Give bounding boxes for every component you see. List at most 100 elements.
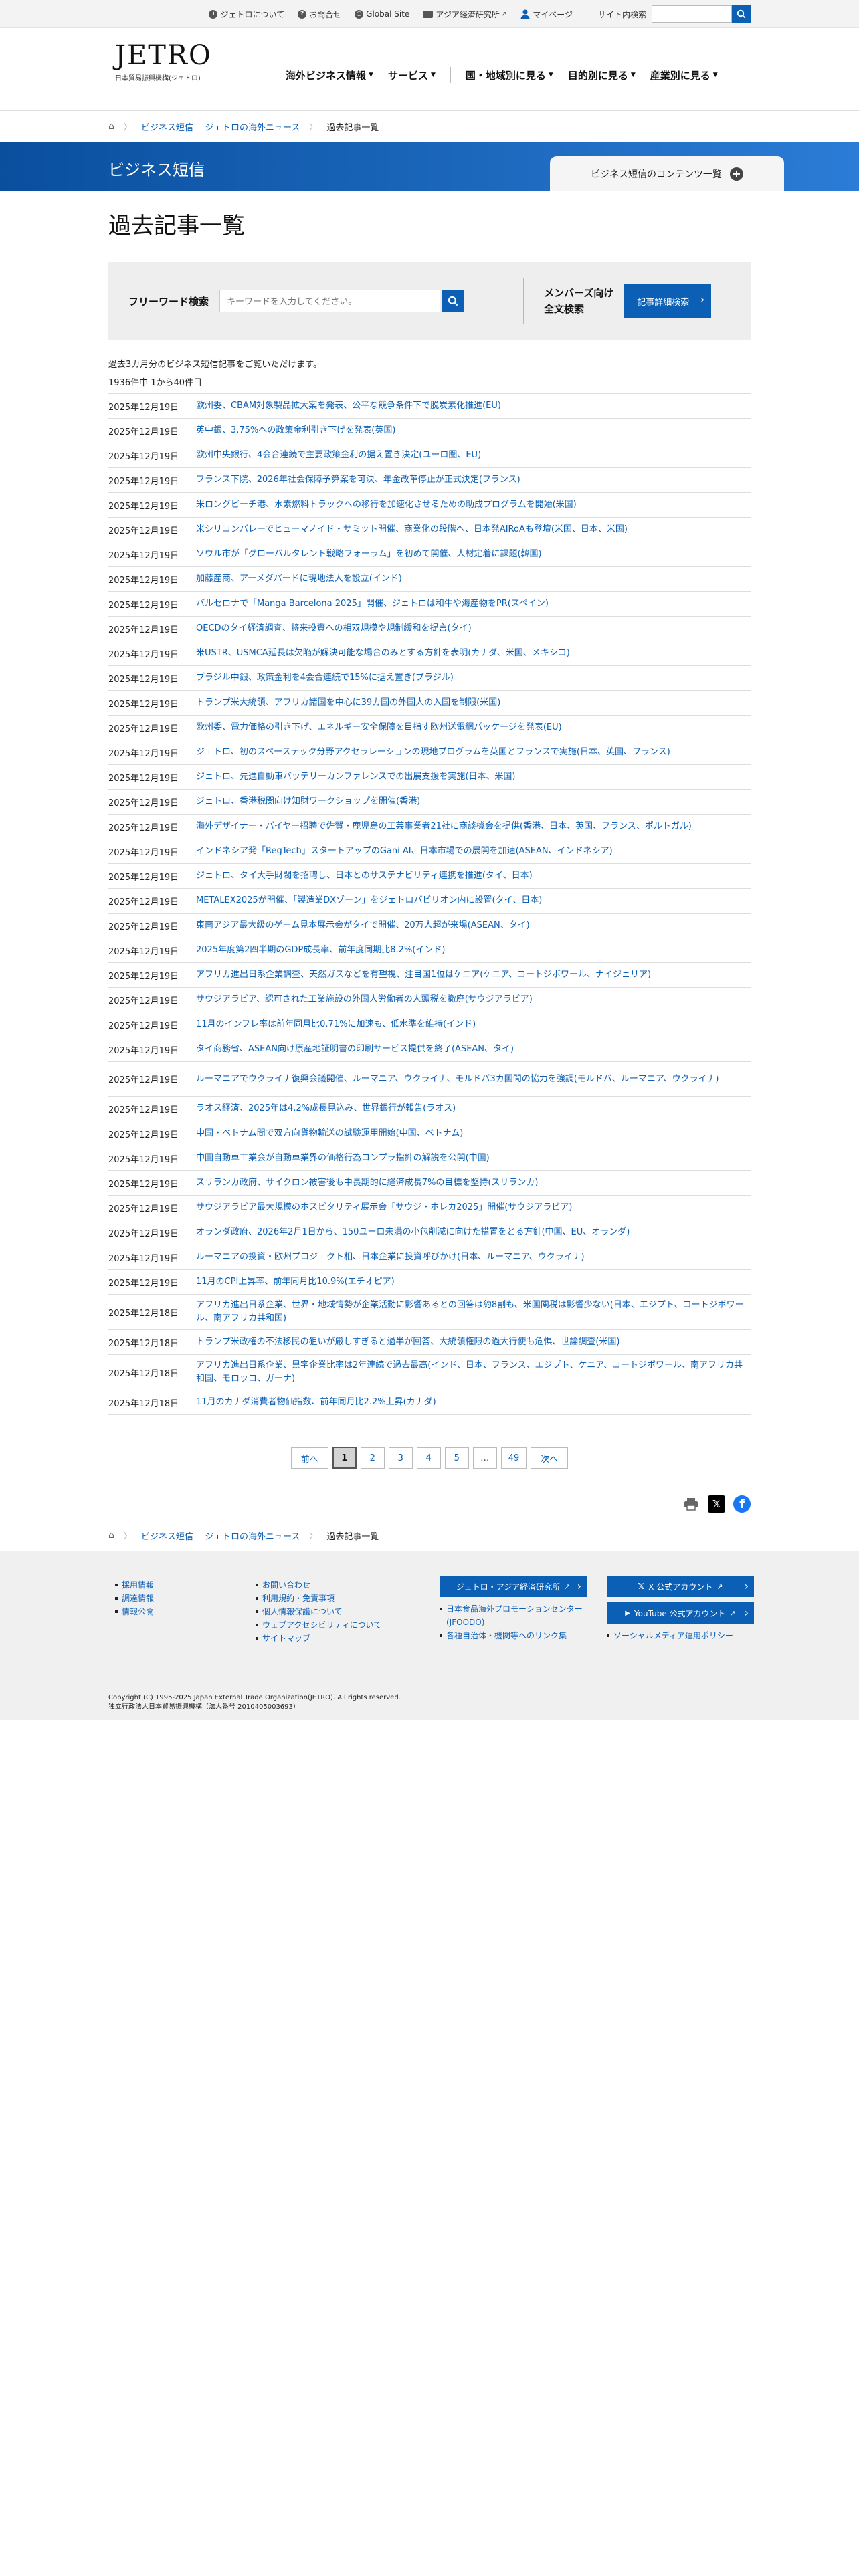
footer-link-procurement[interactable]: 調達情報	[115, 1592, 154, 1605]
news-link[interactable]: サウジアラビア最大規模のホスピタリティ展示会「サウジ・ホレカ2025」開催(サウ…	[196, 1201, 572, 1214]
news-link[interactable]: 欧州委、CBAM対象製品拡大案を発表、公平な競争条件下で脱炭素化推進(EU)	[196, 399, 501, 413]
pagination-page-5[interactable]: 5	[444, 1447, 469, 1469]
nav-services[interactable]: サービス ▼	[388, 68, 436, 82]
pagination-prev[interactable]: 前へ	[290, 1447, 328, 1469]
footer-link-terms[interactable]: 利用規約・免責事項	[256, 1592, 381, 1605]
chevron-right-icon: 〉	[123, 122, 132, 132]
news-link[interactable]: 中国自動車工業会が自動車業界の価格行為コンプラ指針の解説を公開(中国)	[196, 1152, 490, 1165]
footer-x-account-button[interactable]: 𝕏X 公式アカウント ↗ ›	[607, 1576, 754, 1597]
news-link[interactable]: 加藤産商、アーメダバードに現地法人を設立(インド)	[196, 572, 402, 586]
news-link[interactable]: OECDのタイ経済調査、将来投資への相双規模や規制緩和を提言(タイ)	[196, 622, 472, 635]
news-link[interactable]: アフリカ進出日系企業、黒字企業比率は2年連続で過去最高(インド、日本、フランス、…	[196, 1359, 751, 1386]
breadcrumb-business-news[interactable]: ビジネス短信 —ジェトロの海外ニュース	[141, 120, 300, 133]
pagination-page-3[interactable]: 3	[388, 1447, 413, 1469]
news-link[interactable]: 11月のインフレ率は前年同月比0.71%に加速も、低水準を維持(インド)	[196, 1018, 476, 1031]
news-link[interactable]: 11月のカナダ消費者物価指数、前年同月比2.2%上昇(カナダ)	[196, 1396, 436, 1409]
nav-by-region[interactable]: 国・地域別に見る ▼	[466, 68, 553, 82]
footer-link-sitemap[interactable]: サイトマップ	[256, 1632, 381, 1645]
chevron-right-icon: ›	[744, 1580, 749, 1592]
news-link[interactable]: アフリカ進出日系企業調査、天然ガスなどを有望視、注目国1位はケニア(ケニア、コー…	[196, 968, 651, 982]
list-item: 2025年12月19日 ジェトロ、香港税関向け知財ワークショップを開催(香港)	[108, 790, 751, 815]
site-search-input[interactable]	[652, 5, 732, 23]
news-link[interactable]: 中国・ベトナム間で双方向貨物輸送の試験運用開始(中国、ベトナム)	[196, 1127, 463, 1140]
about-link[interactable]: i ジェトロについて	[209, 9, 284, 20]
news-date: 2025年12月19日	[108, 649, 179, 660]
external-link-icon: ↗	[500, 10, 507, 18]
news-link[interactable]: 米USTR、USMCA延長は欠陥が解決可能な場合のみとする方針を表明(カナダ、米…	[196, 647, 570, 660]
news-link[interactable]: 東南アジア最大級のゲーム見本展示会がタイで開催、20万人超が来場(ASEAN、タ…	[196, 919, 530, 932]
breadcrumb-business-news[interactable]: ビジネス短信 —ジェトロの海外ニュース	[141, 1529, 300, 1542]
news-link[interactable]: トランプ米大統領、アフリカ諸国を中心に39カ国の外国人の入国を制限(米国)	[196, 696, 500, 710]
contact-link[interactable]: ? お問合せ	[298, 9, 341, 20]
caret-down-icon: ▼	[630, 72, 636, 78]
footer-link-jfoodo[interactable]: 日本食品海外プロモーションセンター(JFOODO)	[440, 1602, 593, 1629]
news-link[interactable]: ジェトロ、先進自動車バッテリーカンファレンスでの出展支援を実施(日本、米国)	[196, 770, 516, 784]
news-link[interactable]: METALEX2025が開催、「製造業DXゾーン」をジェトロパビリオン内に設置(…	[196, 894, 542, 907]
x-share-icon[interactable]: 𝕏	[708, 1495, 725, 1513]
site-search-button[interactable]	[732, 5, 751, 23]
contents-list-button[interactable]: ビジネス短信のコンテンツ一覧 +	[550, 156, 784, 191]
pagination-page-4[interactable]: 4	[416, 1447, 441, 1469]
freeword-search-button[interactable]	[442, 290, 465, 312]
detail-search-button[interactable]: 記事詳細検索 ›	[624, 284, 712, 318]
nav-by-purpose[interactable]: 目的別に見る ▼	[568, 68, 636, 82]
news-link[interactable]: ジェトロ、タイ大手財閥を招聘し、日本とのサステナビリティ連携を推進(タイ、日本)	[196, 869, 533, 883]
home-icon[interactable]: ⌂	[108, 1530, 114, 1541]
news-link[interactable]: ジェトロ、初のスペーステック分野アクセラレーションの現地プログラムを英国とフラン…	[196, 746, 670, 759]
globe-icon: ○	[355, 9, 364, 19]
footer-link-disclosure[interactable]: 情報公開	[115, 1605, 154, 1618]
news-link[interactable]: ブラジル中銀、政策金利を4会合連続で15%に据え置き(ブラジル)	[196, 671, 454, 685]
news-link[interactable]: アフリカ進出日系企業、世界・地域情勢が企業活動に影響あるとの回答は約8割も、米国…	[196, 1299, 751, 1325]
news-link[interactable]: オランダ政府、2026年2月1日から、150ユーロ未満の小包削減に向けた措置をと…	[196, 1226, 630, 1239]
news-link[interactable]: サウジアラビア、認可された工業施設の外国人労働者の人頭税を撤廃(サウジアラビア)	[196, 993, 533, 1006]
nav-overseas-business[interactable]: 海外ビジネス情報 ▼	[286, 68, 373, 82]
news-link[interactable]: ラオス経済、2025年は4.2%成長見込み、世界銀行が報告(ラオス)	[196, 1102, 456, 1115]
news-link[interactable]: 欧州中央銀行、4会合連続で主要政策金利の据え置き決定(ユーロ圏、EU)	[196, 449, 481, 462]
footer-youtube-account-button[interactable]: ▶ YouTube 公式アカウント ↗ ›	[607, 1602, 754, 1624]
news-link[interactable]: スリランカ政府、サイクロン被害後も中長期的に経済成長7%の目標を堅持(スリランカ…	[196, 1176, 539, 1190]
chevron-right-icon: 〉	[309, 122, 318, 132]
news-link[interactable]: インドネシア発「RegTech」スタートアップのGani AI、日本市場での展開…	[196, 845, 613, 858]
home-icon[interactable]: ⌂	[108, 121, 114, 132]
global-site-link[interactable]: ○ Global Site	[355, 9, 409, 19]
ide-link[interactable]: アジア経済研究所 ↗	[423, 9, 506, 20]
footer-link-social-policy[interactable]: ソーシャルメディア運用ポリシー	[607, 1629, 754, 1642]
footer-link-recruit[interactable]: 採用情報	[115, 1578, 154, 1592]
news-link[interactable]: 米ロングビーチ港、水素燃料トラックへの移行を加速化させるための助成プログラムを開…	[196, 498, 577, 512]
freeword-input[interactable]	[219, 290, 441, 312]
news-link[interactable]: 米シリコンバレーでヒューマノイド・サミット開催、商業化の段階へ、日本発AIRoA…	[196, 523, 628, 536]
list-item: 2025年12月18日 11月のカナダ消費者物価指数、前年同月比2.2%上昇(カナ…	[108, 1390, 751, 1415]
news-date: 2025年12月19日	[108, 402, 179, 413]
mypage-link[interactable]: マイページ	[520, 9, 573, 20]
pagination-next[interactable]: 次へ	[531, 1447, 569, 1469]
pagination-page-1[interactable]: 1	[332, 1447, 357, 1469]
main-content: 過去記事一覧 フリーワード検索 メンバーズ向け 全文検索 記事詳細検索› 過去3…	[108, 210, 751, 1549]
news-link[interactable]: 英中銀、3.75%への政策金利引き下げを発表(英国)	[196, 424, 395, 437]
news-link[interactable]: 2025年度第2四半期のGDP成長率、前年度同期比8.2%(インド)	[196, 944, 445, 957]
news-link[interactable]: 海外デザイナー・バイヤー招聘で佐賀・鹿児島の工芸事業者21社に商談機会を提供(香…	[196, 820, 692, 833]
news-link[interactable]: ジェトロ、香港税関向け知財ワークショップを開催(香港)	[196, 795, 420, 809]
list-item: 2025年12月18日 アフリカ進出日系企業、黒字企業比率は2年連続で過去最高(イ…	[108, 1355, 751, 1390]
news-link[interactable]: タイ商務省、ASEAN向け原産地証明書の印刷サービス提供を終了(ASEAN、タイ…	[196, 1043, 514, 1056]
footer-link-privacy[interactable]: 個人情報保護について	[256, 1605, 381, 1618]
news-link[interactable]: 11月のCPI上昇率、前年同月比10.9%(エチオピア)	[196, 1275, 395, 1289]
jetro-logo[interactable]: JETRO 日本貿易振興機構(ジェトロ)	[115, 40, 212, 82]
list-item: 2025年12月19日 欧州委、電力価格の引き下げ、エネルギー安全保障を目指す欧州…	[108, 716, 751, 740]
news-link[interactable]: ルーマニアでウクライナ復興会議開催、ルーマニア、ウクライナ、モルドバ3カ国間の協…	[196, 1073, 719, 1086]
footer-link-contact[interactable]: お問い合わせ	[256, 1578, 381, 1592]
print-icon[interactable]	[682, 1495, 700, 1513]
news-link[interactable]: 欧州委、電力価格の引き下げ、エネルギー安全保障を目指す欧州送電網パッケージを発表…	[196, 721, 562, 734]
news-link[interactable]: ソウル市が「グローバルタレント戦略フォーラム」を初めて開催、人材定着に課題(韓国…	[196, 548, 542, 561]
nav-by-industry[interactable]: 産業別に見る ▼	[650, 68, 718, 82]
news-link[interactable]: ルーマニアの投資・欧州プロジェクト相、日本企業に投資呼びかけ(日本、ルーマニア、…	[196, 1251, 585, 1264]
pagination-page-last[interactable]: 49	[500, 1447, 527, 1469]
facebook-share-icon[interactable]: f	[733, 1495, 751, 1513]
news-link[interactable]: トランプ米政権の不法移民の狙いが厳しすぎると過半が回答、大統領権限の過大行使も危…	[196, 1335, 620, 1349]
news-link[interactable]: フランス下院、2026年社会保障予算案を可決、年金改革停止が正式決定(フランス)	[196, 473, 520, 487]
news-link[interactable]: バルセロナで「Manga Barcelona 2025」開催、ジェトロは和牛や海…	[196, 597, 549, 611]
news-date: 2025年12月19日	[108, 1228, 179, 1239]
footer-link-local-govt[interactable]: 各種自治体・機関等へのリンク集	[440, 1629, 593, 1642]
pagination-page-2[interactable]: 2	[360, 1447, 385, 1469]
footer-ide-button[interactable]: ジェトロ・アジア経済研究所 ↗ ›	[440, 1576, 587, 1597]
footer-link-accessibility[interactable]: ウェブアクセシビリティについて	[256, 1618, 381, 1632]
